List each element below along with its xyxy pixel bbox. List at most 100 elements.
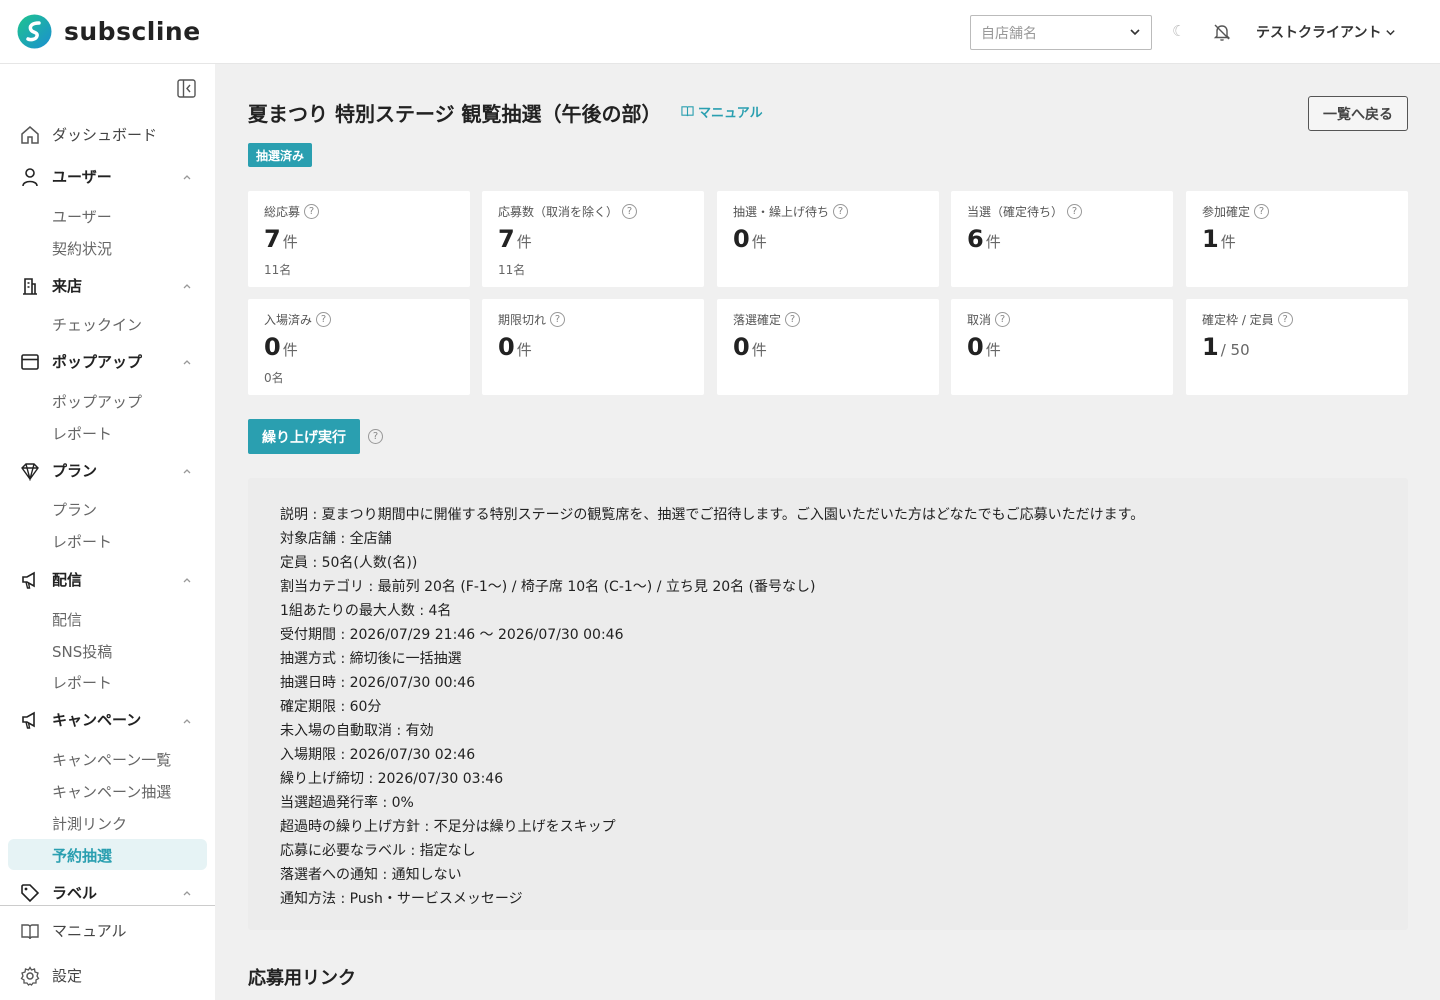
stat-label: 応募数（取消を除く）? xyxy=(498,203,638,220)
sidebar-item-campaign-lottery[interactable]: キャンペーン抽選 xyxy=(52,781,171,802)
sidebar-item-users[interactable]: ユーザー xyxy=(52,206,112,227)
sidebar-item-checkin[interactable]: チェックイン xyxy=(52,314,142,335)
help-icon[interactable]: ? xyxy=(304,204,320,219)
sidebar-item-campaign-list[interactable]: キャンペーン一覧 xyxy=(52,749,171,770)
sidebar-group-plan[interactable]: プラン xyxy=(20,460,97,481)
help-icon[interactable]: ? xyxy=(1254,204,1270,219)
stat-unit: 件 xyxy=(985,341,1001,359)
chevron-up-icon[interactable] xyxy=(182,172,192,182)
sidebar-item-reservation-lottery[interactable]: 予約抽選 xyxy=(52,845,112,866)
help-icon[interactable]: ? xyxy=(622,204,638,219)
sidebar-item-delivery[interactable]: 配信 xyxy=(52,609,82,630)
chevron-up-icon[interactable] xyxy=(182,888,192,898)
desc-line: 繰り上げ締切 : 2026/07/30 03:46 xyxy=(280,771,504,787)
sidebar-group-label: 配信 xyxy=(52,571,83,589)
stat-card-entered: 入場済み? 0件 0名 xyxy=(248,299,470,395)
stat-unit: 件 xyxy=(516,341,532,359)
chevron-up-icon[interactable] xyxy=(182,575,192,585)
stat-unit: 件 xyxy=(751,341,767,359)
stat-number: 1 xyxy=(1202,333,1219,361)
stat-unit: 件 xyxy=(1220,233,1236,251)
help-icon[interactable]: ? xyxy=(550,312,566,327)
sidebar-group-campaign[interactable]: キャンペーン xyxy=(20,709,141,730)
sidebar-group-label: キャンペーン xyxy=(52,711,142,729)
stat-unit: 件 xyxy=(282,341,298,359)
stat-card-cancelled: 取消? 0件 xyxy=(951,299,1173,395)
help-icon[interactable]: ? xyxy=(368,429,383,444)
back-to-list-button[interactable]: 一覧へ戻る xyxy=(1308,96,1408,131)
sidebar-item-plan-report[interactable]: レポート xyxy=(52,531,112,552)
stat-number: 0 xyxy=(264,333,281,361)
chevron-up-icon[interactable] xyxy=(182,281,192,291)
stat-label: 参加確定? xyxy=(1202,203,1270,220)
desc-line: 1組あたりの最大人数 : 4名 xyxy=(280,603,452,619)
lottery-description: 説明 : 夏まつり期間中に開催する特別ステージの観覧席を、抽選でご招待します。ご… xyxy=(248,478,1408,930)
manual-link-label: マニュアル xyxy=(698,106,763,121)
stat-number: 0 xyxy=(498,333,515,361)
sidebar-group-users[interactable]: ユーザー xyxy=(20,166,112,187)
sidebar-group-label: ポップアップ xyxy=(52,353,143,371)
chevron-up-icon[interactable] xyxy=(182,466,192,476)
help-icon[interactable]: ? xyxy=(1067,204,1083,219)
stat-value: 7件 xyxy=(498,225,532,253)
sidebar-item-delivery-report[interactable]: レポート xyxy=(52,672,112,693)
top-header: subscline 自店舗名 ☾ テストクライアント xyxy=(0,0,1440,64)
dark-mode-icon[interactable]: ☾ xyxy=(1172,22,1185,40)
sidebar-item-dashboard[interactable]: ダッシュボード xyxy=(20,124,157,145)
help-icon[interactable]: ? xyxy=(833,204,849,219)
stat-card-expired: 期限切れ? 0件 xyxy=(482,299,704,395)
sidebar-item-label: 設定 xyxy=(52,967,83,985)
desc-line: 入場期限 : 2026/07/30 02:46 xyxy=(280,747,476,763)
stat-value: 6件 xyxy=(967,225,1001,253)
book-icon xyxy=(21,923,39,939)
promote-button[interactable]: 繰り上げ実行 xyxy=(248,419,360,454)
stat-unit: / 50 xyxy=(1220,341,1250,359)
chevron-down-icon xyxy=(1130,29,1140,36)
sidebar-group-popup[interactable]: ポップアップ xyxy=(20,351,142,372)
sidebar-group-label: ユーザー xyxy=(52,168,112,186)
stat-label: 総応募? xyxy=(264,203,320,220)
sidebar-item-plan[interactable]: プラン xyxy=(52,499,97,520)
manual-link[interactable]: マニュアル xyxy=(681,102,763,121)
desc-line: 当選超過発行率 : 0% xyxy=(280,795,414,811)
help-icon[interactable]: ? xyxy=(785,312,801,327)
stat-sub: 11名 xyxy=(264,263,292,277)
stat-value: 0件 xyxy=(264,333,298,361)
stat-unit: 件 xyxy=(282,233,298,251)
brand-logo[interactable]: subscline xyxy=(16,14,201,49)
page-title: 夏まつり 特別ステージ 観覧抽選（午後の部） xyxy=(248,102,662,126)
desc-line: 確定期限 : 60分 xyxy=(280,699,382,715)
sidebar-group-label[interactable]: ラベル xyxy=(20,882,97,903)
sidebar-item-contracts[interactable]: 契約状況 xyxy=(52,238,112,259)
stat-value: 1件 xyxy=(1202,225,1236,253)
chevron-up-icon[interactable] xyxy=(182,716,192,726)
stat-label-text: 当選（確定待ち） xyxy=(967,205,1064,219)
sidebar-item-manual[interactable]: マニュアル xyxy=(20,920,127,941)
gear-icon xyxy=(20,965,40,986)
help-icon[interactable]: ? xyxy=(316,312,332,327)
desc-line: 未入場の自動取消 : 有効 xyxy=(280,723,434,739)
stat-unit: 件 xyxy=(985,233,1001,251)
stat-label-text: 入場済み xyxy=(264,313,313,327)
sidebar-item-popup[interactable]: ポップアップ xyxy=(52,391,142,412)
sidebar-item-settings[interactable]: 設定 xyxy=(20,965,82,986)
stat-card-capacity: 確定枠 / 定員? 1/ 50 xyxy=(1186,299,1408,395)
help-icon[interactable]: ? xyxy=(995,312,1011,327)
stat-number: 7 xyxy=(498,225,515,253)
notification-off-icon[interactable] xyxy=(1212,22,1232,42)
sidebar-group-delivery[interactable]: 配信 xyxy=(20,569,82,590)
account-menu[interactable]: テストクライアント xyxy=(1256,22,1396,42)
megaphone-icon xyxy=(22,711,35,729)
sidebar-item-popup-report[interactable]: レポート xyxy=(52,423,112,444)
chevron-up-icon[interactable] xyxy=(182,357,192,367)
help-icon[interactable]: ? xyxy=(1277,312,1293,327)
stat-sub: 11名 xyxy=(498,263,526,277)
sidebar-item-sns-post[interactable]: SNS投稿 xyxy=(52,641,112,662)
store-select[interactable]: 自店舗名 xyxy=(970,15,1152,50)
desc-line: 応募に必要なラベル : 指定なし xyxy=(280,843,476,859)
stat-label: 確定枠 / 定員? xyxy=(1202,311,1293,328)
sidebar-item-tracking-link[interactable]: 計測リンク xyxy=(52,813,127,834)
stat-label: 落選確定? xyxy=(733,311,801,328)
sidebar-group-visit[interactable]: 来店 xyxy=(20,275,82,296)
sidebar-collapse-icon[interactable] xyxy=(177,79,196,98)
